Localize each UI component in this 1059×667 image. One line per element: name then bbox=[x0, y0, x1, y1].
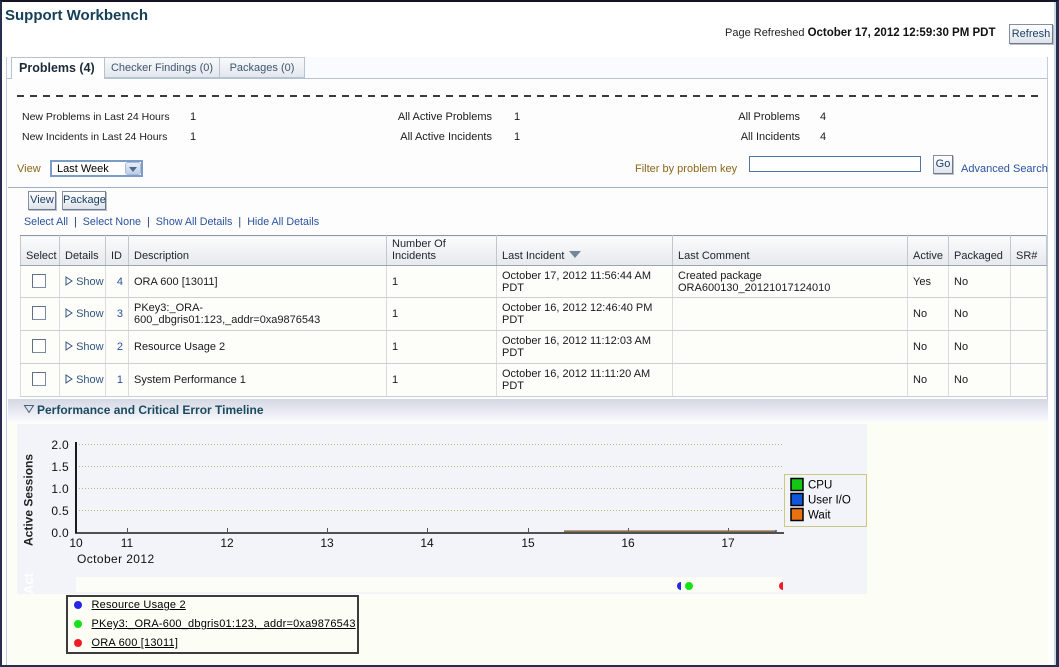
svg-text:10: 10 bbox=[69, 536, 83, 550]
svg-text:0.0: 0.0 bbox=[51, 526, 69, 540]
svg-text:CPU: CPU bbox=[808, 480, 832, 492]
svg-text:15: 15 bbox=[521, 536, 535, 550]
svg-text:0.5: 0.5 bbox=[51, 504, 69, 518]
svg-text:12: 12 bbox=[220, 536, 234, 550]
svg-text:16: 16 bbox=[621, 536, 635, 550]
svg-text:User I/O: User I/O bbox=[808, 495, 851, 507]
svg-text:1.5: 1.5 bbox=[51, 460, 69, 474]
svg-text:2.0: 2.0 bbox=[51, 438, 69, 452]
svg-text:Wait: Wait bbox=[808, 510, 831, 522]
svg-text:11: 11 bbox=[121, 536, 134, 550]
svg-text:Active Sessions: Active Sessions bbox=[22, 454, 36, 546]
svg-text:Act: Act bbox=[21, 572, 36, 594]
svg-text:October 2012: October 2012 bbox=[77, 552, 155, 566]
svg-text:1.0: 1.0 bbox=[51, 482, 69, 496]
svg-text:13: 13 bbox=[320, 536, 334, 550]
svg-text:17: 17 bbox=[721, 536, 735, 550]
svg-text:14: 14 bbox=[420, 536, 434, 550]
